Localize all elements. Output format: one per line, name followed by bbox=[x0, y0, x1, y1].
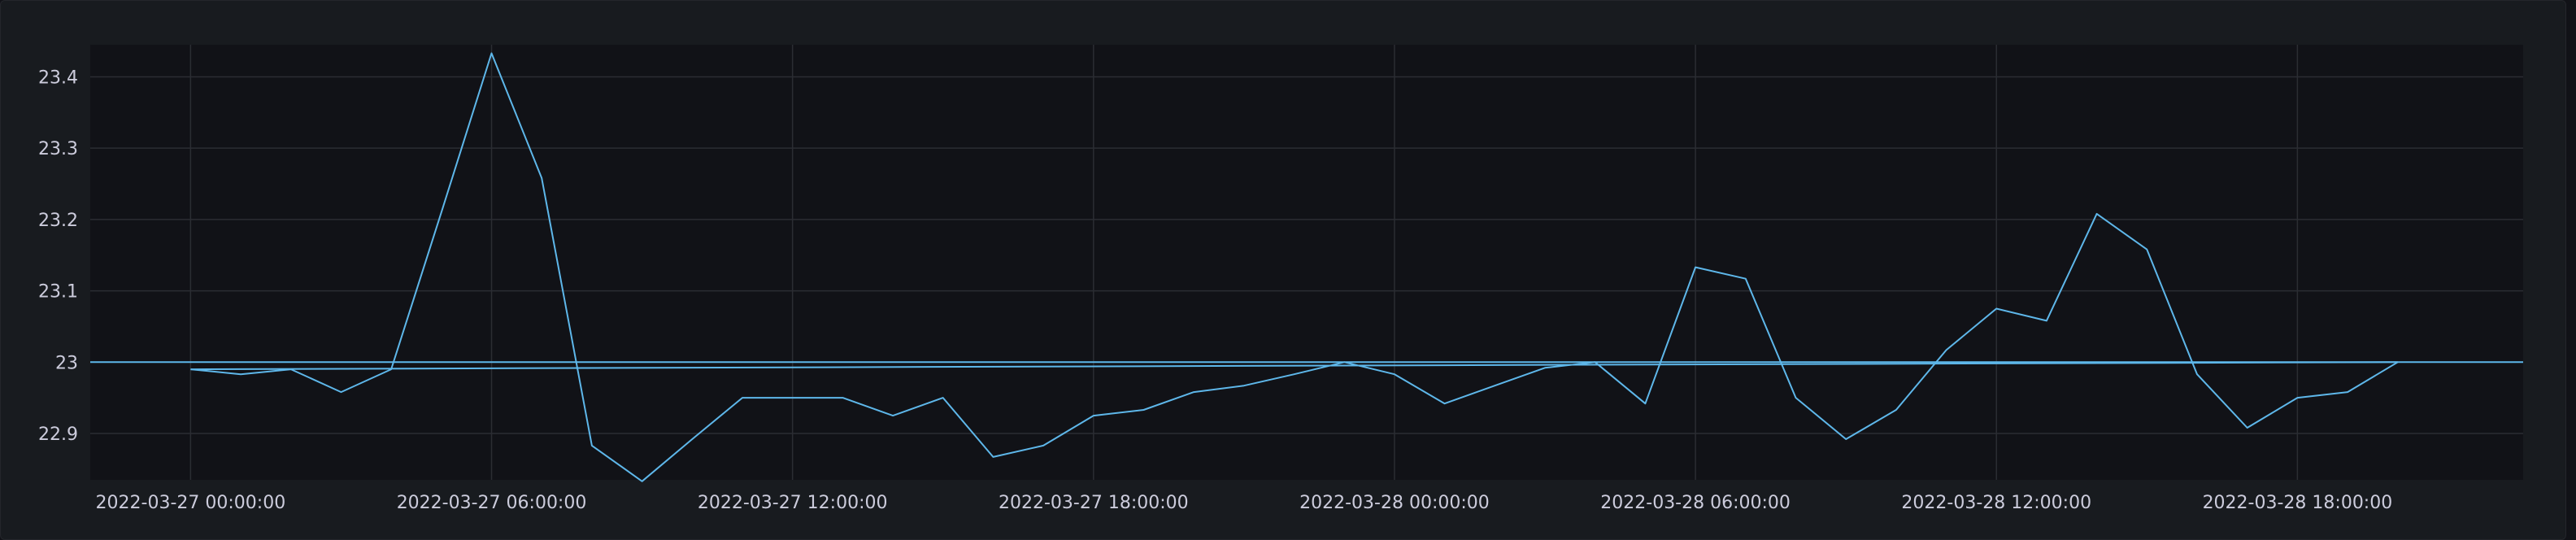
x-tick-label: 2022-03-28 18:00:00 bbox=[2203, 493, 2393, 513]
y-tick-label: 23.4 bbox=[38, 68, 78, 88]
x-tick-label: 2022-03-28 06:00:00 bbox=[1600, 493, 1791, 513]
x-tick-label: 2022-03-27 18:00:00 bbox=[999, 493, 1189, 513]
x-tick-label: 2022-03-28 12:00:00 bbox=[1901, 493, 2091, 513]
x-tick-label: 2022-03-27 12:00:00 bbox=[698, 493, 888, 513]
x-axis-tick-labels: 2022-03-27 00:00:00 2022-03-27 06:00:00 20… bbox=[96, 493, 2393, 513]
x-tick-label: 2022-03-27 06:00:00 bbox=[397, 493, 587, 513]
plot-area bbox=[90, 45, 2523, 480]
y-tick-label: 23.2 bbox=[38, 211, 78, 231]
y-tick-label: 23.3 bbox=[38, 139, 78, 159]
chart-panel: 22.9 23 23.1 23.2 23.3 23.4 2022-03-27 00:00:… bbox=[0, 0, 2566, 540]
y-tick-label: 23.1 bbox=[38, 282, 78, 303]
x-tick-label: 2022-03-28 00:00:00 bbox=[1299, 493, 1490, 513]
y-axis-tick-labels: 22.9 23 23.1 23.2 23.3 23.4 bbox=[38, 68, 78, 445]
line-chart[interactable]: 22.9 23 23.1 23.2 23.3 23.4 2022-03-27 00:00:… bbox=[1, 1, 2566, 540]
y-tick-label: 23 bbox=[55, 353, 78, 373]
y-tick-label: 22.9 bbox=[38, 425, 78, 445]
x-tick-label: 2022-03-27 00:00:00 bbox=[96, 493, 286, 513]
